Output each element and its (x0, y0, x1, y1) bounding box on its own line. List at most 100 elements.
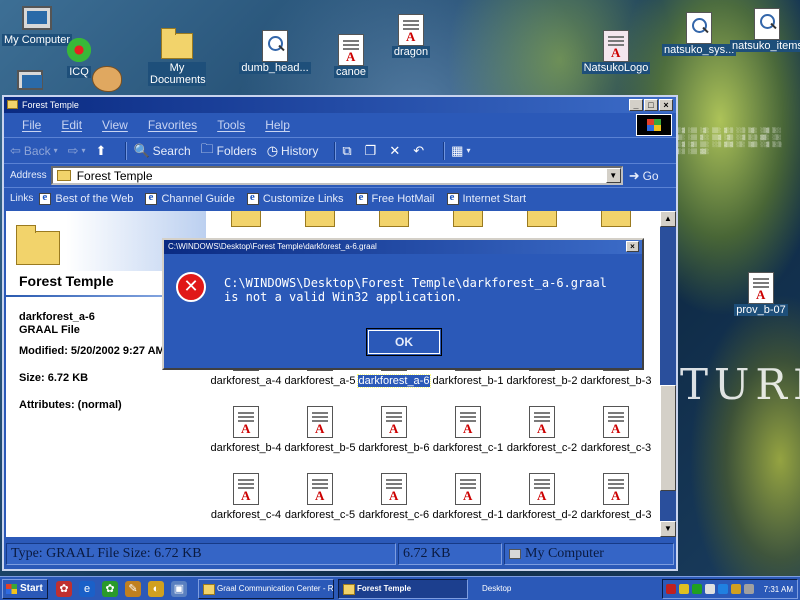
search-file-icon (262, 30, 288, 62)
quick-launch-paint-icon[interactable]: ◐ (148, 580, 164, 597)
folder-icon[interactable] (453, 211, 483, 227)
file-item-label: darkforest_b-2 (506, 375, 578, 387)
move-to-button[interactable]: ⧉ (342, 143, 354, 159)
document-icon (338, 34, 364, 66)
delete-button[interactable]: ✕ (389, 143, 403, 159)
link-free-hotmail[interactable]: Free HotMail (355, 191, 435, 205)
menu-edit[interactable]: Edit (61, 118, 82, 132)
undo-icon: ↶ (413, 142, 425, 158)
desktop-icon-prov-b-07[interactable]: prov_b-07 (724, 272, 798, 316)
dialog-close-button[interactable]: × (626, 241, 639, 252)
scroll-thumb[interactable] (660, 385, 676, 491)
scroll-down-button[interactable]: ▼ (660, 521, 676, 537)
file-item[interactable]: darkforest_d-3 (579, 473, 653, 521)
desktop-icon-dragon[interactable]: dragon (374, 14, 448, 58)
dialog-title: C:\WINDOWS\Desktop\Forest Temple\darkfor… (168, 242, 377, 251)
ok-button[interactable]: OK (366, 328, 442, 356)
file-item[interactable]: darkforest_c-5 (283, 473, 357, 521)
ie-icon[interactable]: e (79, 580, 95, 597)
show-desktop-icon[interactable]: ▣ (171, 580, 187, 597)
menu-view[interactable]: View (102, 118, 128, 132)
copy-to-button[interactable]: ❐ (365, 143, 380, 159)
views-button[interactable]: ▦ ▾ (451, 143, 470, 159)
up-folder-button[interactable]: ⬆ (96, 143, 110, 159)
folder-icon[interactable] (231, 211, 261, 227)
file-item[interactable]: darkforest_b-4 (209, 406, 283, 454)
folders-button[interactable]: 🗀 Folders (201, 140, 257, 162)
file-item[interactable]: darkforest_b-6 (357, 406, 431, 454)
tray-icon[interactable] (744, 584, 754, 594)
desktop-icon-dumb-head[interactable]: dumb_head... (238, 30, 312, 74)
file-item[interactable]: darkforest_b-5 (283, 406, 357, 454)
file-item[interactable]: darkforest_c-2 (505, 406, 579, 454)
quick-launch-app-icon[interactable]: ✿ (56, 580, 72, 597)
desktop-icon-natsukologo[interactable]: NatsukoLogo (578, 30, 654, 74)
vertical-scrollbar[interactable]: ▲ ▼ (660, 211, 676, 537)
go-button[interactable]: ➜ Go (629, 168, 659, 184)
desktop-icon-network[interactable] (0, 66, 60, 94)
dialog-message: C:\WINDOWS\Desktop\Forest Temple\darkfor… (224, 276, 607, 304)
menu-file[interactable]: File (22, 118, 41, 132)
menu-favorites[interactable]: Favorites (148, 118, 197, 132)
file-item-label: darkforest_c-4 (210, 509, 282, 521)
menu-help[interactable]: Help (265, 118, 290, 132)
standard-toolbar: ⇦ Back ▾ ⇨ ▾ ⬆ 🔍 Search 🗀 Folders ◷ History ⧉ … (4, 137, 676, 163)
desktop-icon-natsuko-sys[interactable]: natsuko_sys... (662, 12, 737, 56)
folder-icon[interactable] (527, 211, 557, 227)
quick-launch-tool-icon[interactable]: ✎ (125, 580, 141, 597)
task-graal-communication-center[interactable]: Graal Communication Center - R... (198, 578, 334, 599)
file-item-label: darkforest_d-1 (432, 509, 504, 521)
file-item-label: darkforest_b-4 (210, 442, 282, 454)
clock[interactable]: 7:31 AM (764, 585, 793, 594)
link-customize-links[interactable]: Customize Links (246, 191, 344, 205)
file-item[interactable]: darkforest_d-1 (431, 473, 505, 521)
links-bar: Links Best of the Web Channel Guide Cust… (4, 187, 676, 209)
folder-icon[interactable] (601, 211, 631, 227)
folder-icon[interactable] (305, 211, 335, 227)
scroll-up-button[interactable]: ▲ (660, 211, 676, 227)
back-button[interactable]: ⇦ Back ▾ (10, 143, 58, 159)
file-item[interactable]: darkforest_c-6 (357, 473, 431, 521)
file-details: darkforest_a-6 GRAAL File Modified: 5/20… (19, 311, 165, 412)
paint-palette-icon[interactable] (92, 66, 122, 92)
folder-icon[interactable] (379, 211, 409, 227)
icq-icon[interactable]: ✿ (102, 580, 118, 597)
dialog-titlebar[interactable]: C:\WINDOWS\Desktop\Forest Temple\darkfor… (164, 240, 642, 254)
address-dropdown-button[interactable]: ▼ (605, 168, 621, 183)
menu-tools[interactable]: Tools (217, 118, 245, 132)
window-titlebar[interactable]: Forest Temple _ □ × (4, 97, 676, 113)
forward-button[interactable]: ⇨ ▾ (68, 143, 86, 159)
minimize-button[interactable]: _ (629, 99, 643, 111)
undo-button[interactable]: ↶ (413, 143, 427, 159)
task-forest-temple[interactable]: Forest Temple (338, 578, 468, 599)
tray-icon[interactable] (679, 584, 689, 594)
file-item[interactable]: darkforest_c-1 (431, 406, 505, 454)
error-dialog[interactable]: C:\WINDOWS\Desktop\Forest Temple\darkfor… (162, 238, 644, 370)
file-item[interactable]: darkforest_c-3 (579, 406, 653, 454)
address-input[interactable]: Forest Temple ▼ (50, 166, 623, 185)
tray-icon[interactable] (666, 584, 676, 594)
search-button[interactable]: 🔍 Search (133, 143, 190, 159)
windows-logo-icon (636, 114, 672, 136)
desktop-icon-natsuko-items[interactable]: natsuko_items (730, 8, 800, 52)
file-item[interactable]: darkforest_d-2 (505, 473, 579, 521)
maximize-button[interactable]: □ (644, 99, 658, 111)
wallpaper-matrix-text: ▒░▓ ░▒▒ ░▓░ ▒▒░ ▓░▒ ░░▒ ▒▓░ ░▒▓ ▒░░ ▓▒░ … (676, 128, 782, 155)
history-button[interactable]: ◷ History (267, 143, 319, 159)
link-internet-start[interactable]: Internet Start (446, 191, 526, 205)
volume-icon[interactable] (731, 584, 741, 594)
status-bar: Type: GRAAL File Size: 6.72 KB 6.72 KB M… (6, 543, 676, 567)
desktop-toolbar-label[interactable]: Desktop (482, 584, 511, 593)
tray-icon[interactable] (705, 584, 715, 594)
link-best-of-the-web[interactable]: Best of the Web (39, 191, 133, 205)
tray-icon[interactable] (718, 584, 728, 594)
close-button[interactable]: × (659, 99, 673, 111)
tray-icon[interactable] (692, 584, 702, 594)
file-item[interactable]: darkforest_c-4 (209, 473, 283, 521)
link-channel-guide[interactable]: Channel Guide (145, 191, 235, 205)
desktop-icon-my-documents[interactable]: My Documents (140, 28, 214, 86)
file-item-label: darkforest_a-6 (356, 374, 432, 388)
folder-icon (56, 170, 71, 181)
file-item-label: darkforest_b-3 (580, 375, 652, 387)
start-button[interactable]: Start (2, 578, 48, 599)
